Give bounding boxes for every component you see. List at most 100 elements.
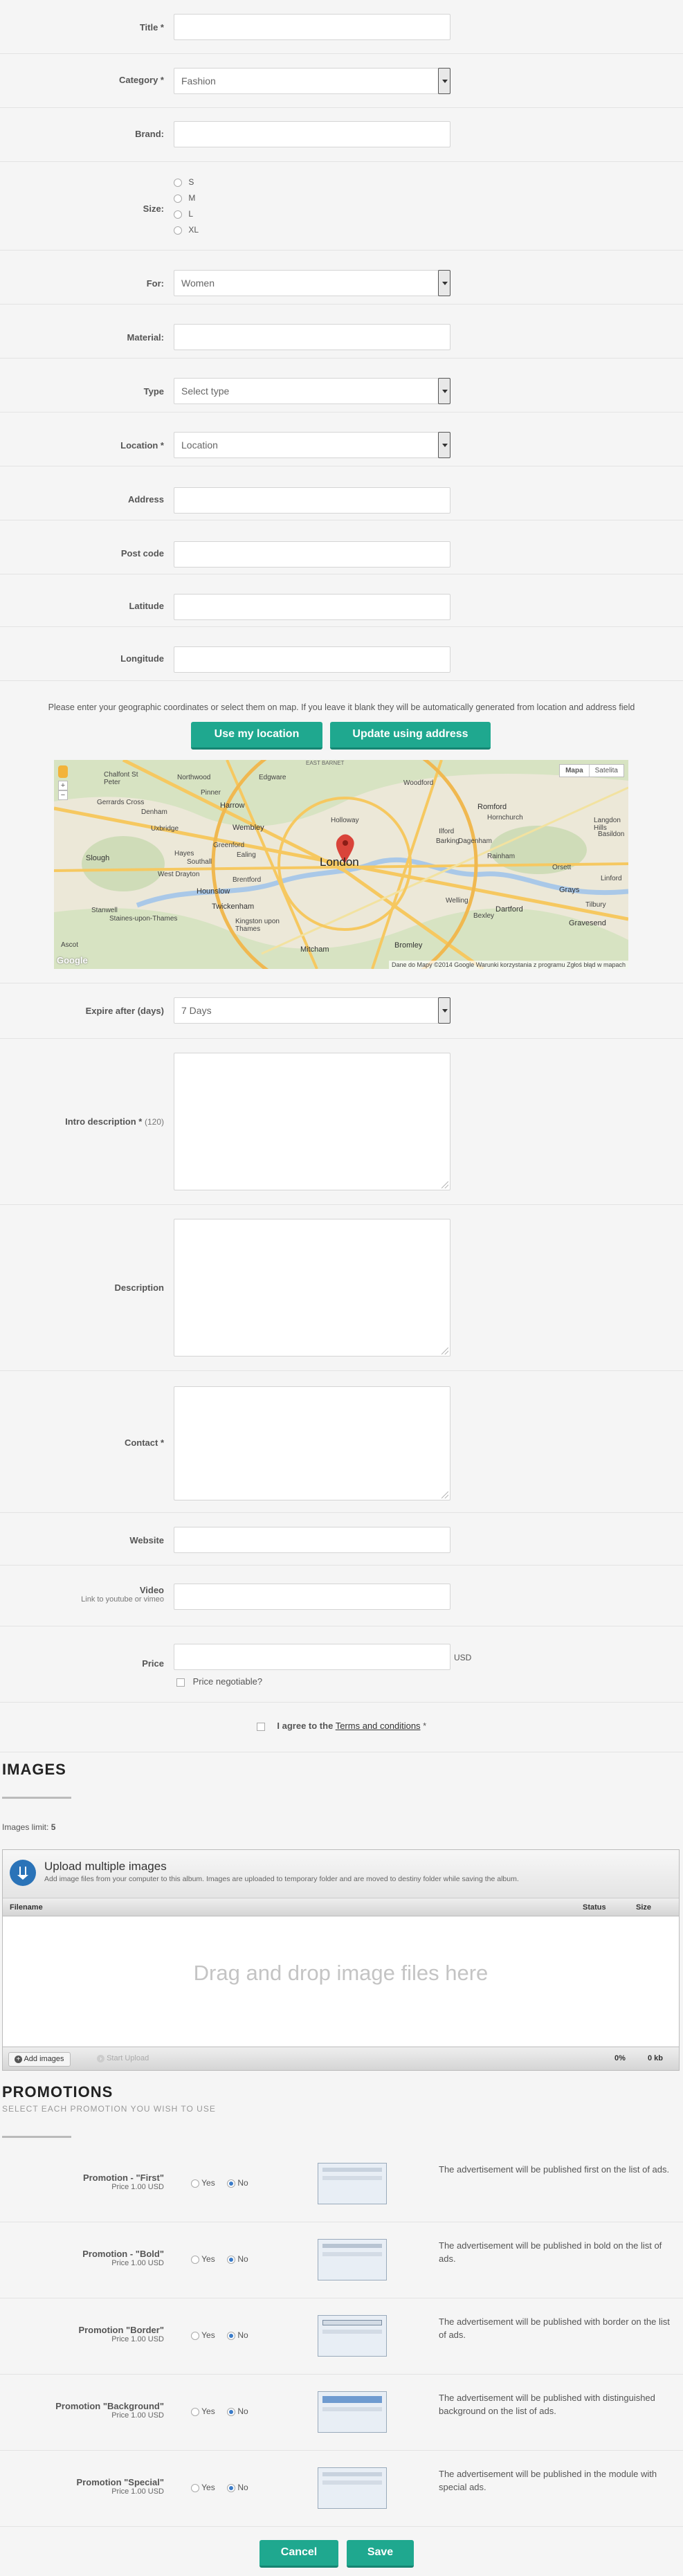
promotion-no-radio[interactable] bbox=[227, 2483, 236, 2492]
price-input[interactable] bbox=[174, 1644, 450, 1670]
description-textarea[interactable] bbox=[174, 1219, 450, 1357]
col-filename: Filename bbox=[10, 1903, 43, 1912]
save-button[interactable]: Save bbox=[347, 2540, 414, 2568]
size-option[interactable]: XL bbox=[174, 225, 199, 241]
brand-label: Brand: bbox=[135, 129, 164, 139]
pegman-icon[interactable] bbox=[58, 765, 68, 778]
cancel-button[interactable]: Cancel bbox=[259, 2540, 338, 2568]
promotion-description: The advertisement will be published firs… bbox=[439, 2164, 670, 2175]
promotion-description: The advertisement will be published in t… bbox=[439, 2469, 657, 2492]
start-upload-button[interactable]: › Start Upload bbox=[91, 2052, 154, 2067]
type-label: Type bbox=[143, 386, 164, 397]
intro-textarea[interactable] bbox=[174, 1053, 450, 1190]
chevron-down-icon bbox=[438, 68, 450, 94]
material-input[interactable] bbox=[174, 324, 450, 350]
size-option[interactable]: M bbox=[174, 193, 199, 209]
category-label: Category * bbox=[118, 75, 164, 85]
postcode-input[interactable] bbox=[174, 541, 450, 568]
terms-link[interactable]: Terms and conditions bbox=[336, 1721, 421, 1731]
chevron-down-icon bbox=[438, 378, 450, 404]
promotion-description: The advertisement will be published in b… bbox=[439, 2240, 662, 2264]
map-place-label: Bromley bbox=[394, 941, 423, 950]
promotion-no-radio[interactable] bbox=[227, 2331, 236, 2340]
use-my-location-button[interactable]: Use my location bbox=[191, 722, 322, 750]
upload-icon bbox=[10, 1860, 36, 1886]
video-sublabel: Link to youtube or vimeo bbox=[81, 1595, 164, 1604]
row-category: Category * Fashion bbox=[0, 54, 683, 108]
promotion-no-radio[interactable] bbox=[227, 2255, 236, 2264]
radio-m[interactable] bbox=[174, 194, 182, 203]
map-place-label: Tilbury bbox=[585, 901, 606, 909]
promotion-row: Promotion - "First" Price 1.00 USD Yes N… bbox=[0, 2146, 683, 2222]
map-type-map[interactable]: Mapa bbox=[560, 765, 590, 777]
map-place-label: West Drayton bbox=[158, 871, 200, 878]
title-input[interactable] bbox=[174, 14, 450, 40]
negotiable-checkbox[interactable] bbox=[176, 1678, 185, 1687]
type-select[interactable]: Select type bbox=[174, 378, 450, 404]
location-select[interactable]: Location bbox=[174, 432, 450, 458]
map-place-label: Wembley bbox=[233, 824, 264, 832]
arrow-right-icon: › bbox=[97, 2055, 104, 2062]
resize-grip-icon[interactable] bbox=[441, 1181, 448, 1188]
promotion-yes-radio[interactable] bbox=[191, 2483, 199, 2492]
material-label: Material: bbox=[127, 332, 164, 343]
radio-xl[interactable] bbox=[174, 226, 182, 235]
address-input[interactable] bbox=[174, 487, 450, 514]
map-place-label: Linford bbox=[601, 875, 622, 882]
update-using-address-button[interactable]: Update using address bbox=[330, 722, 491, 750]
brand-input[interactable] bbox=[174, 121, 450, 147]
radio-s[interactable] bbox=[174, 178, 182, 187]
drop-zone[interactable]: Drag and drop image files here bbox=[3, 1916, 679, 2047]
promotions-underline bbox=[2, 2136, 71, 2138]
map-place-label: Greenford bbox=[213, 842, 245, 849]
price-negotiable[interactable]: Price negotiable? bbox=[176, 1676, 262, 1687]
title-label: Title * bbox=[139, 22, 164, 33]
map-type-satellite[interactable]: Satelita bbox=[590, 765, 623, 777]
zoom-in-button[interactable]: + bbox=[58, 781, 68, 790]
agree-checkbox[interactable] bbox=[256, 1722, 265, 1731]
category-value: Fashion bbox=[181, 75, 216, 87]
row-intro: Intro description * (120) bbox=[0, 1039, 683, 1205]
row-for: For: Women bbox=[0, 251, 683, 305]
radio-l[interactable] bbox=[174, 210, 182, 219]
promotion-radio-group: Yes No bbox=[191, 2178, 248, 2188]
map-place-label: Mitcham bbox=[300, 945, 329, 954]
longitude-input[interactable] bbox=[174, 646, 450, 673]
chevron-down-icon bbox=[438, 270, 450, 296]
size-option[interactable]: S bbox=[174, 177, 199, 193]
map-place-label: EAST BARNET bbox=[306, 760, 345, 766]
promotion-yes-radio[interactable] bbox=[191, 2255, 199, 2264]
add-images-button[interactable]: + Add images bbox=[8, 2052, 71, 2067]
promotion-preview-image bbox=[318, 2391, 387, 2433]
row-brand: Brand: bbox=[0, 108, 683, 162]
promotion-yes-radio[interactable] bbox=[191, 2331, 199, 2340]
category-select[interactable]: Fashion bbox=[174, 68, 450, 94]
price-label: Price bbox=[142, 1658, 164, 1669]
promotion-no-radio[interactable] bbox=[227, 2407, 236, 2416]
intro-label: Intro description * (120) bbox=[65, 1116, 164, 1127]
map-place-label: Hounslow bbox=[197, 887, 230, 896]
contact-textarea[interactable] bbox=[174, 1386, 450, 1500]
map-place-label: Pinner bbox=[201, 789, 221, 797]
promotion-yes-radio[interactable] bbox=[191, 2407, 199, 2416]
video-input[interactable] bbox=[174, 1584, 450, 1610]
for-select[interactable]: Women bbox=[174, 270, 450, 296]
expire-select[interactable]: 7 Days bbox=[174, 997, 450, 1024]
size-option[interactable]: L bbox=[174, 209, 199, 225]
location-map[interactable]: Mapa Satelita + − Chalfont St Peter Nort… bbox=[54, 760, 628, 969]
resize-grip-icon[interactable] bbox=[441, 1491, 448, 1498]
row-contact: Contact * bbox=[0, 1371, 683, 1513]
promotion-no-radio[interactable] bbox=[227, 2179, 236, 2188]
for-label: For: bbox=[146, 278, 164, 289]
zoom-out-button[interactable]: − bbox=[58, 790, 68, 800]
resize-grip-icon[interactable] bbox=[441, 1348, 448, 1354]
latitude-input[interactable] bbox=[174, 594, 450, 620]
map-type-control: Mapa Satelita bbox=[559, 764, 624, 777]
map-place-label: Dartford bbox=[495, 905, 523, 914]
promotion-yes-radio[interactable] bbox=[191, 2179, 199, 2188]
images-underline bbox=[2, 1797, 71, 1799]
address-label: Address bbox=[127, 494, 164, 505]
map-place-label: Basildon bbox=[598, 831, 625, 838]
website-input[interactable] bbox=[174, 1527, 450, 1553]
row-description: Description bbox=[0, 1205, 683, 1371]
